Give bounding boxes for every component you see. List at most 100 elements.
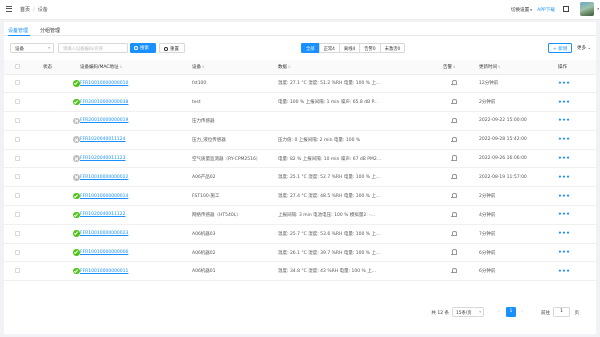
more-actions-icon[interactable]: ••• bbox=[558, 136, 570, 143]
search-button[interactable]: 搜索 bbox=[130, 43, 156, 53]
bell-icon[interactable] bbox=[451, 268, 458, 274]
update-time: 6分钟前 bbox=[479, 269, 496, 275]
update-time: 2分钟前 bbox=[479, 194, 496, 200]
more-button[interactable]: 更多 ⌄ bbox=[576, 43, 594, 53]
org-switch[interactable]: 切换设置▾ bbox=[511, 7, 532, 13]
page-size-select[interactable]: 15条/页 ▾ bbox=[452, 307, 484, 317]
table-row: FFR10010000000010 fst100 温度: 27.1 °C 湿度: 5… bbox=[4, 74, 596, 94]
device-code-link[interactable]: FFR10010000000010 bbox=[80, 81, 128, 86]
update-time: 2022-09-22 15:00:00 bbox=[479, 118, 527, 124]
row-checkbox[interactable] bbox=[15, 117, 20, 123]
row-checkbox[interactable] bbox=[15, 193, 20, 199]
page-1-button[interactable]: 1 bbox=[506, 307, 516, 317]
col-code[interactable]: 设备编码/MAC地址⇅ bbox=[80, 60, 192, 75]
update-time: 6分钟前 bbox=[479, 250, 496, 256]
row-checkbox[interactable] bbox=[15, 211, 20, 217]
row-checkbox[interactable] bbox=[15, 80, 20, 86]
more-actions-icon[interactable]: ••• bbox=[558, 268, 570, 275]
top-bar: 首页 / 设备 切换设置▾ APP下载 ▾ bbox=[0, 0, 600, 20]
avatar[interactable] bbox=[580, 2, 594, 16]
bell-icon[interactable] bbox=[451, 249, 458, 255]
bell-icon[interactable] bbox=[451, 136, 458, 143]
more-actions-icon[interactable]: ••• bbox=[558, 211, 570, 218]
device-name: A06机器03 bbox=[192, 231, 216, 237]
fullscreen-icon[interactable] bbox=[563, 6, 569, 12]
filter-offline[interactable]: 离线4 bbox=[338, 43, 361, 53]
tab-device-management[interactable]: 设备管理 bbox=[8, 27, 28, 34]
table-row: FFR10010000000022 A06产品02 温度: 25.1 °C 湿度: … bbox=[4, 167, 596, 188]
next-page-button[interactable]: › bbox=[517, 307, 527, 317]
reset-button[interactable]: 重置 bbox=[159, 43, 185, 53]
search-input[interactable]: 请输入设备编码/名称 bbox=[58, 43, 128, 53]
device-code-link[interactable]: FFR10010000000022 bbox=[80, 175, 128, 180]
device-code-link[interactable]: FFR10010000000011 bbox=[80, 269, 128, 274]
device-name: A06产品02 bbox=[192, 175, 216, 181]
more-actions-icon[interactable]: ••• bbox=[558, 155, 570, 162]
device-code-link[interactable]: FFR20010000000038 bbox=[80, 100, 128, 105]
select-all-checkbox[interactable] bbox=[15, 63, 20, 69]
device-name: 空气质量监测器（RY-CPM2516） bbox=[192, 156, 261, 162]
breadcrumb-current: 设备 bbox=[37, 7, 48, 13]
filter-inactive[interactable]: 未激活0 bbox=[379, 43, 406, 53]
device-code-link[interactable]: FFR10010000000023 bbox=[80, 231, 128, 236]
filter-normal[interactable]: 正常4 bbox=[318, 43, 340, 53]
tab-group-management[interactable]: 分组管理 bbox=[40, 27, 60, 34]
add-button[interactable]: + 新增 bbox=[548, 43, 572, 53]
breadcrumb-home[interactable]: 首页 bbox=[20, 7, 30, 13]
col-device[interactable]: 设备⇅ bbox=[192, 60, 278, 75]
row-checkbox[interactable] bbox=[15, 99, 20, 105]
device-code-link[interactable]: FFR1020040011123 bbox=[80, 156, 126, 161]
table-row: FFR1020040011122 网络传感器（HT540L） 上报间隔: 3 min… bbox=[4, 205, 596, 225]
device-code-link[interactable]: FFR1020040011122 bbox=[80, 212, 126, 217]
row-checkbox[interactable] bbox=[15, 136, 20, 142]
page-jump-input[interactable]: 1 bbox=[553, 307, 570, 317]
row-checkbox[interactable] bbox=[15, 249, 20, 255]
filter-alarm[interactable]: 告警0 bbox=[359, 43, 381, 53]
device-code-link[interactable]: FFR10010000000006 bbox=[80, 250, 128, 255]
bell-icon[interactable] bbox=[451, 193, 458, 199]
device-code-link[interactable]: FFR10010000000014 bbox=[80, 194, 128, 199]
bell-icon[interactable] bbox=[451, 99, 458, 105]
row-checkbox[interactable] bbox=[15, 174, 20, 180]
device-name: fst100 bbox=[192, 80, 207, 86]
row-checkbox[interactable] bbox=[15, 268, 20, 274]
status-offline-icon bbox=[73, 136, 80, 143]
more-actions-icon[interactable]: ••• bbox=[558, 230, 570, 237]
filter-all[interactable]: 全部 bbox=[301, 43, 320, 53]
device-data: 温度: 34.8 °C 湿度: 43 %RH 电量: 100 % 上... bbox=[278, 269, 377, 275]
bell-icon[interactable] bbox=[451, 117, 458, 124]
update-time: 2022-08-19 11:57:00 bbox=[479, 174, 527, 180]
update-time: 12分钟前 bbox=[479, 81, 499, 87]
bell-icon[interactable] bbox=[451, 155, 458, 161]
col-time[interactable]: 更新时间⇅ bbox=[476, 60, 546, 75]
more-actions-icon[interactable]: ••• bbox=[558, 193, 570, 200]
more-actions-icon[interactable]: ••• bbox=[558, 99, 570, 106]
bell-icon[interactable] bbox=[451, 230, 458, 237]
menu-icon[interactable] bbox=[6, 6, 12, 12]
table-row: FFR20010000000038 test 电量: 100 % 上报间隔: 1 m… bbox=[4, 92, 596, 113]
more-actions-icon[interactable]: ••• bbox=[558, 249, 570, 256]
search-icon bbox=[164, 47, 168, 51]
prev-page-button[interactable]: ‹ bbox=[494, 307, 504, 317]
more-actions-icon[interactable]: ••• bbox=[558, 174, 570, 181]
device-table: 状态 设备编码/MAC地址⇅ 设备⇅ 数据⇅ 告警⇅ 更新时间⇅ 操作 FFR1… bbox=[4, 60, 596, 282]
update-time: 7分钟前 bbox=[479, 231, 496, 237]
device-code-link[interactable]: FFR1020040011124 bbox=[80, 137, 126, 142]
bell-icon[interactable] bbox=[451, 80, 458, 86]
more-actions-icon[interactable]: ••• bbox=[558, 80, 570, 87]
bell-icon[interactable] bbox=[451, 211, 458, 218]
col-status[interactable]: 状态 bbox=[30, 60, 80, 75]
device-code-link[interactable]: FFR20010000000019 bbox=[80, 118, 128, 123]
chevron-down-icon[interactable]: ▾ bbox=[597, 7, 599, 11]
search-icon bbox=[134, 46, 138, 50]
type-select[interactable]: 设备 ▾ bbox=[10, 43, 54, 53]
device-name: 压力传感器 bbox=[192, 118, 215, 124]
more-actions-icon[interactable]: ••• bbox=[558, 117, 570, 124]
update-time: 4分钟前 bbox=[479, 212, 496, 218]
app-download-link[interactable]: APP下载 bbox=[537, 7, 555, 13]
col-alarm[interactable]: 告警⇅ bbox=[436, 60, 476, 75]
row-checkbox[interactable] bbox=[15, 230, 20, 236]
status-online-icon bbox=[73, 230, 80, 237]
row-checkbox[interactable] bbox=[15, 155, 20, 161]
bell-icon[interactable] bbox=[451, 174, 458, 180]
